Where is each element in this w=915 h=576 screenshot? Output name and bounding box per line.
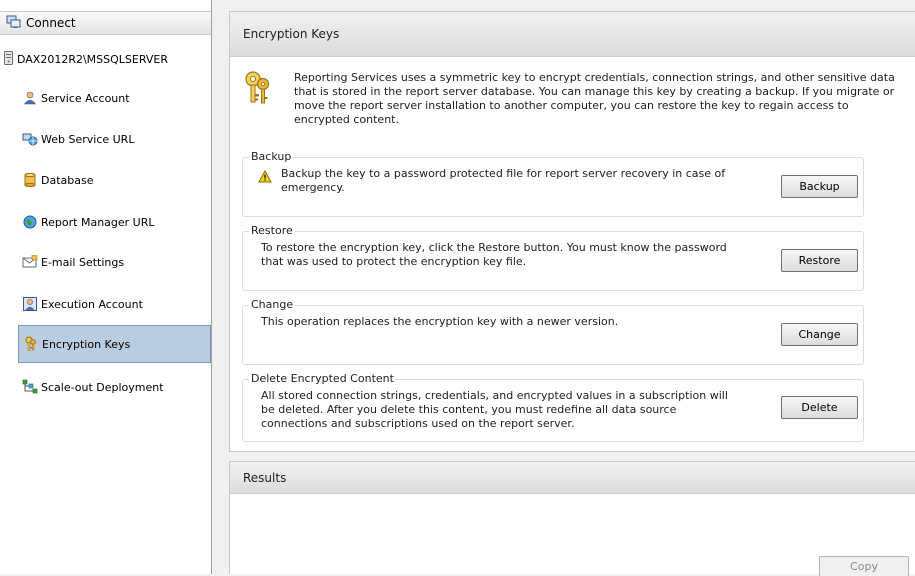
web-service-icon bbox=[22, 131, 38, 147]
connect-label: Connect bbox=[26, 16, 76, 30]
large-keys-icon bbox=[243, 70, 273, 109]
user-icon bbox=[22, 90, 38, 106]
copy-button[interactable]: Copy bbox=[819, 556, 909, 576]
restore-description: To restore the encryption key, click the… bbox=[261, 241, 727, 268]
navigation-pane: Connect DAX2012R2\MSSQLSERVER Service Ac… bbox=[0, 0, 212, 574]
backup-button[interactable]: Backup bbox=[781, 175, 858, 198]
restore-group-title: Restore bbox=[249, 224, 295, 237]
results-title: Results bbox=[243, 470, 287, 485]
globe-icon bbox=[22, 214, 38, 230]
change-group: Change This operation replaces the encry… bbox=[242, 298, 864, 365]
nav-item-email-settings[interactable]: E-mail Settings bbox=[18, 243, 211, 281]
delete-description: All stored connection strings, credentia… bbox=[261, 389, 728, 430]
restore-group: Restore To restore the encryption key, c… bbox=[242, 224, 864, 291]
page-title: Encryption Keys bbox=[243, 27, 340, 41]
change-group-title: Change bbox=[249, 298, 296, 311]
panel-header: Encryption Keys bbox=[230, 12, 915, 57]
restore-button[interactable]: Restore bbox=[781, 249, 858, 272]
backup-group: Backup Backup the key to a password prot… bbox=[242, 150, 864, 217]
server-icon bbox=[4, 50, 13, 68]
connect-button[interactable]: Connect bbox=[0, 11, 211, 35]
keys-icon bbox=[23, 336, 39, 352]
connect-icon bbox=[6, 15, 22, 32]
backup-description: Backup the key to a password protected f… bbox=[281, 167, 726, 194]
email-icon bbox=[22, 254, 38, 270]
scale-out-icon bbox=[22, 379, 38, 395]
database-icon bbox=[22, 172, 38, 188]
warning-icon bbox=[258, 169, 272, 186]
results-panel: Results Copy bbox=[229, 461, 915, 576]
delete-button[interactable]: Delete bbox=[781, 396, 858, 419]
change-button[interactable]: Change bbox=[781, 323, 858, 346]
nav-item-service-account[interactable]: Service Account bbox=[18, 79, 211, 117]
delete-group-title: Delete Encrypted Content bbox=[249, 372, 396, 385]
nav-item-scale-out-deployment[interactable]: Scale-out Deployment bbox=[18, 368, 211, 406]
nav-item-report-manager-url[interactable]: Report Manager URL bbox=[18, 203, 211, 241]
results-header: Results bbox=[230, 462, 915, 494]
server-label: DAX2012R2\MSSQLSERVER bbox=[17, 52, 169, 66]
encryption-keys-panel: Encryption Keys Reporting Services uses … bbox=[229, 11, 915, 452]
intro-description: Reporting Services uses a symmetric key … bbox=[294, 71, 895, 126]
nav-item-execution-account[interactable]: Execution Account bbox=[18, 285, 211, 323]
delete-encrypted-content-group: Delete Encrypted Content All stored conn… bbox=[242, 372, 864, 442]
execution-account-icon bbox=[22, 296, 38, 312]
nav-item-database[interactable]: Database bbox=[18, 161, 211, 199]
nav-item-encryption-keys[interactable]: Encryption Keys bbox=[18, 325, 211, 363]
nav-item-web-service-url[interactable]: Web Service URL bbox=[18, 120, 211, 158]
backup-group-title: Backup bbox=[249, 150, 294, 163]
server-node[interactable]: DAX2012R2\MSSQLSERVER bbox=[4, 50, 168, 68]
change-description: This operation replaces the encryption k… bbox=[261, 315, 619, 328]
